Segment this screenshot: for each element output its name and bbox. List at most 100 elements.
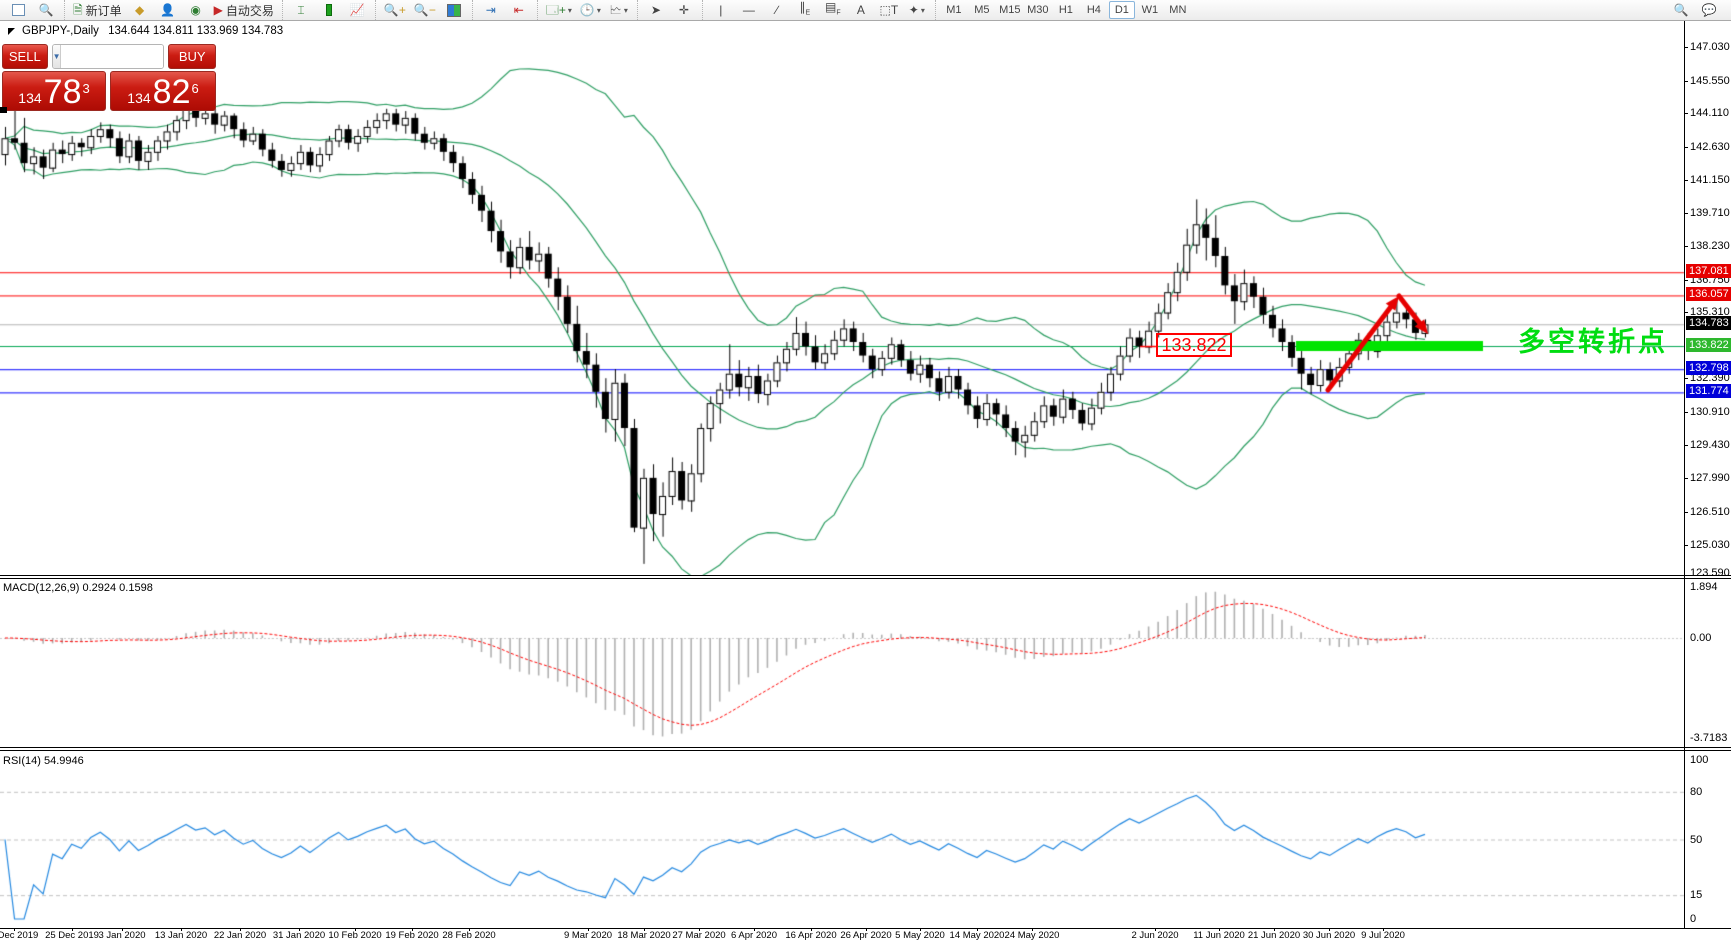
toolbar-group-scroll: ⇥ ⇤	[471, 0, 537, 20]
toolbar-group-cursor: ➤ ✛	[636, 0, 702, 20]
line-chart-icon[interactable]: 📈	[344, 0, 370, 20]
toolbar-group-trade: 🗎 新订单 ◆ 👤 ◉ ▶ 自动交易	[64, 0, 282, 20]
rsi-axis-label: 100	[1690, 754, 1709, 766]
zoom-in-icon[interactable]: 🔍+	[381, 0, 409, 20]
chart-shift-icon[interactable]: ⇤	[506, 0, 532, 20]
horizontal-line-icon[interactable]: —	[736, 0, 762, 20]
volume-input[interactable]	[61, 45, 164, 68]
timeframe-button-w1[interactable]: W1	[1137, 1, 1163, 19]
chart-preview-icon[interactable]: 🔍	[33, 0, 59, 20]
volume-decrease-button[interactable]: ▼	[52, 45, 62, 68]
arrows-icon[interactable]: ✦ ▾	[904, 0, 930, 20]
timeframe-button-m5[interactable]: M5	[969, 1, 995, 19]
rsi-axis-label: 80	[1690, 786, 1703, 798]
new-order-button[interactable]: 🗎 新订单	[70, 0, 125, 20]
timeframe-button-h4[interactable]: H4	[1081, 1, 1107, 19]
periods-icon[interactable]: 🕒 ▾	[577, 0, 604, 20]
date-axis-label: 30 Jun 2020	[1302, 930, 1356, 941]
timeframe-toolbar: M1 M5 M15 M30 H1 H4 D1 W1 MN	[934, 0, 1196, 20]
sell-price-big: 78	[43, 73, 82, 111]
timeframe-button-mn[interactable]: MN	[1165, 1, 1191, 19]
cursor-icon[interactable]: ➤	[643, 0, 669, 20]
price-axis-tick	[1684, 512, 1688, 513]
price-tag: 131.774	[1686, 384, 1731, 398]
templates-icon[interactable]: 🗠 ▾	[606, 0, 632, 20]
date-axis-tick	[469, 928, 470, 931]
toolbar-group-zoom: 🔍+ 🔍−	[374, 0, 472, 20]
price-callout-label[interactable]: 133.822	[1156, 333, 1232, 357]
vertical-line-icon[interactable]: |	[708, 0, 734, 20]
price-axis-label: 141.150	[1690, 174, 1730, 186]
pane-separator[interactable]	[0, 750, 1731, 751]
volume-stepper: ▼ ▲	[51, 44, 165, 69]
panel-grip[interactable]	[0, 107, 7, 113]
sell-price-prefix: 134	[18, 90, 42, 106]
mailbox-icon[interactable]: 👤	[155, 0, 181, 20]
fibonacci-icon[interactable]: ▤F	[820, 0, 846, 20]
price-tag: 134.783	[1686, 316, 1731, 330]
toolbar-group-windows: 🔍	[0, 0, 64, 20]
signals-icon[interactable]: ◉	[183, 0, 209, 20]
search-icon[interactable]: 🔍	[1668, 0, 1694, 20]
sell-price-display[interactable]: 134 78 3	[2, 71, 107, 111]
indicators-icon[interactable]: 🗔+ ▾	[543, 0, 575, 20]
buy-price-display[interactable]: 134 82 6	[110, 71, 216, 111]
toolbar-group-insert: 🗔+ ▾ 🕒 ▾ 🗠 ▾	[536, 0, 637, 20]
bar-chart-icon[interactable]: ⌶	[288, 0, 314, 20]
new-chart-icon[interactable]	[5, 0, 31, 20]
price-axis-tick	[1684, 280, 1688, 281]
rsi-axis-label: 15	[1690, 889, 1703, 901]
price-axis-label: 138.230	[1690, 240, 1730, 252]
timeframe-button-m1[interactable]: M1	[941, 1, 967, 19]
price-chart-canvas[interactable]	[0, 0, 1731, 942]
date-axis-label: 19 Feb 2020	[385, 930, 439, 941]
price-axis-label: 147.030	[1690, 41, 1730, 53]
text-icon[interactable]: A	[848, 0, 874, 20]
pane-separator[interactable]	[0, 578, 1731, 579]
date-axis-tick	[1329, 928, 1330, 931]
auto-trading-button[interactable]: ▶ 自动交易	[211, 0, 277, 20]
auto-scroll-icon[interactable]: ⇥	[478, 0, 504, 20]
sell-button[interactable]: SELL	[2, 44, 48, 69]
chat-icon[interactable]: 💬	[1696, 0, 1722, 20]
macd-current-values: 0.2924 0.1598	[82, 582, 153, 594]
buy-price-sup: 6	[191, 81, 199, 96]
price-axis-label: 142.630	[1690, 141, 1730, 153]
price-axis-label: 144.110	[1690, 107, 1729, 119]
tile-windows-icon[interactable]	[441, 0, 467, 20]
rsi-current-value: 54.9946	[43, 755, 84, 767]
price-tag: 132.798	[1686, 361, 1731, 375]
equidistant-channel-icon[interactable]: ∥E	[792, 0, 818, 20]
new-order-icon: 🗎	[73, 3, 83, 17]
chart-ohlc-values: 134.644 134.811 133.969 134.783	[108, 25, 284, 37]
trendline-icon[interactable]: ∕	[764, 0, 790, 20]
pane-separator[interactable]	[0, 575, 1731, 576]
price-tag: 137.081	[1686, 264, 1731, 278]
macd-pane-label: MACD(12,26,9) 0.2924 0.1598	[3, 582, 153, 594]
timeframe-button-m30[interactable]: M30	[1025, 1, 1051, 19]
timeframe-button-d1[interactable]: D1	[1108, 1, 1135, 19]
price-axis-label: 123.590	[1690, 567, 1730, 579]
crosshair-icon[interactable]: ✛	[671, 0, 697, 20]
text-label-icon[interactable]: ⬚T	[876, 0, 902, 20]
macd-axis-label: 0.00	[1690, 632, 1712, 644]
sell-price-sup: 3	[82, 81, 90, 96]
price-axis-tick	[1684, 378, 1688, 379]
market-watch-icon[interactable]: ◆	[127, 0, 153, 20]
price-axis-tick	[1684, 113, 1688, 114]
date-axis-tick	[355, 928, 356, 931]
date-axis-tick	[1032, 928, 1033, 931]
date-axis-tick	[754, 928, 755, 931]
rsi-name: RSI(14)	[3, 755, 41, 767]
candlestick-chart-icon[interactable]	[316, 0, 342, 20]
zoom-out-icon[interactable]: 🔍−	[411, 0, 439, 20]
buy-button[interactable]: BUY	[168, 44, 216, 69]
chart-title: GBPJPY-,Daily 134.644 134.811 133.969 13…	[22, 25, 283, 37]
price-axis-label: 139.710	[1690, 207, 1730, 219]
pane-separator[interactable]	[0, 747, 1731, 748]
turning-point-annotation[interactable]: 多空转折点	[1518, 320, 1668, 359]
main-toolbar: 🔍 🗎 新订单 ◆ 👤 ◉ ▶ 自动交易 ⌶ 📈 🔍+ 🔍− ⇥ ⇤ 🗔+ ▾ …	[0, 0, 1731, 21]
timeframe-button-h1[interactable]: H1	[1053, 1, 1079, 19]
timeframe-button-m15[interactable]: M15	[997, 1, 1023, 19]
buy-price-prefix: 134	[127, 90, 151, 106]
